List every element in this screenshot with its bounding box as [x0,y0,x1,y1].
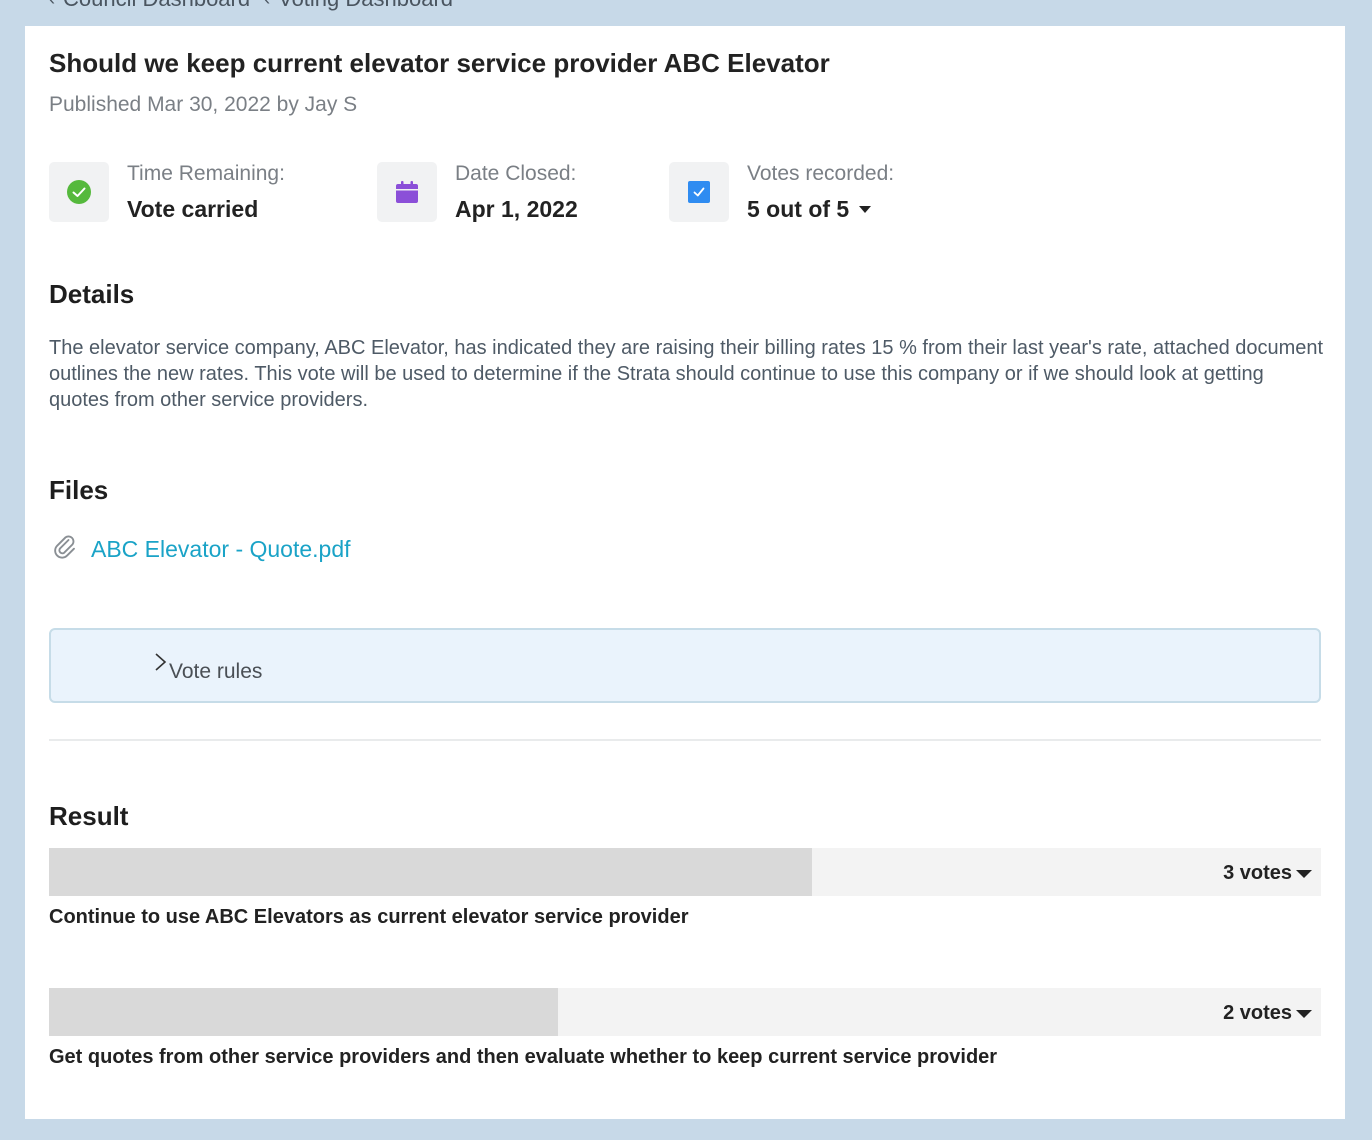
check-circle-icon [49,162,109,222]
stat-label: Votes recorded: [747,162,895,185]
stat-time-remaining: Time Remaining: Vote carried [49,162,377,223]
stat-value: 5 out of 5 [747,196,850,222]
stat-value: Vote carried [127,196,259,222]
votes-dropdown[interactable]: 2 votes [1223,1002,1312,1025]
file-item: ABC Elevator - Quote.pdf [53,534,351,565]
stat-date-closed: Date Closed: Apr 1, 2022 [377,162,669,223]
caret-down-icon [859,206,872,213]
votes-count: 3 votes [1223,862,1292,884]
breadcrumb-voting-dashboard[interactable]: ‹ Voting Dashboard [264,0,453,12]
files-heading: Files [49,475,109,505]
result-option-label: Get quotes from other service providers … [49,1046,998,1068]
result-option-label: Continue to use ABC Elevators as current… [49,906,689,928]
checkbox-icon [669,162,729,222]
chevron-left-icon: ‹ [49,0,55,10]
breadcrumb-label: Council Dashboard [63,0,250,12]
result-heading: Result [49,801,129,831]
chevron-right-icon [154,652,168,678]
breadcrumb-council-dashboard[interactable]: ‹ Council Dashboard [49,0,250,12]
breadcrumb-label: Voting Dashboard [278,0,453,12]
chevron-left-icon: ‹ [264,0,270,10]
caret-down-icon [1296,869,1312,878]
paperclip-icon [53,534,77,565]
calendar-icon [377,162,437,222]
breadcrumb: ‹ Council Dashboard ‹ Voting Dashboard [49,0,453,12]
vote-stats: Time Remaining: Vote carried Date Closed… [49,162,894,223]
votes-dropdown[interactable]: 3 votes [1223,862,1312,885]
vote-rules-accordion[interactable]: Vote rules [49,628,1321,703]
details-heading: Details [49,279,135,309]
votes-recorded-dropdown[interactable]: 5 out of 5 [747,196,894,223]
result-bar-fill [49,988,558,1036]
details-text: The elevator service company, ABC Elevat… [49,337,1324,411]
file-link[interactable]: ABC Elevator - Quote.pdf [91,536,351,563]
votes-count: 2 votes [1223,1002,1292,1024]
result-bar: 3 votes [49,848,1321,896]
stat-value: Apr 1, 2022 [455,196,578,222]
divider [49,739,1321,741]
result-bar-fill [49,848,813,896]
stat-label: Time Remaining: [127,162,285,185]
vote-title: Should we keep current elevator service … [49,48,830,78]
caret-down-icon [1296,1009,1312,1018]
stat-label: Date Closed: [455,162,577,185]
vote-rules-label: Vote rules [169,660,263,683]
published-meta: Published Mar 30, 2022 by Jay S [49,93,358,116]
vote-detail-card: Should we keep current elevator service … [25,26,1345,1119]
result-bar: 2 votes [49,988,1321,1036]
stat-votes-recorded: Votes recorded: 5 out of 5 [669,162,894,223]
